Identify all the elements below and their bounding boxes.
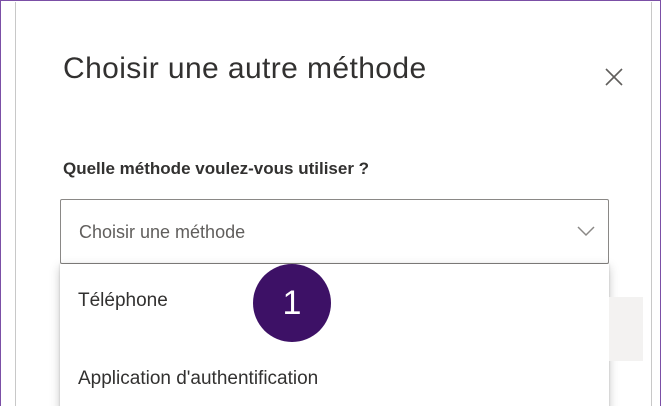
option-label: Application d'authentification — [78, 368, 319, 389]
method-field-label: Quelle méthode voulez-vous utiliser ? — [63, 159, 370, 178]
option-authenticator-app[interactable]: Application d'authentification — [60, 344, 609, 406]
method-select-placeholder: Choisir une méthode — [79, 222, 246, 242]
option-telephone[interactable]: Téléphone — [60, 264, 609, 334]
chevron-down-icon — [577, 226, 595, 237]
dialog-title: Choisir une autre méthode — [63, 52, 427, 85]
background-panel-edge — [609, 297, 643, 361]
close-button[interactable] — [601, 64, 627, 90]
close-icon — [605, 68, 623, 86]
method-dropdown-list: Téléphone Application d'authentification — [60, 264, 609, 406]
choose-method-dialog: Choisir une autre méthode Quelle méthode… — [15, 2, 652, 406]
screenshot-frame: Choisir une autre méthode Quelle méthode… — [0, 0, 661, 406]
step-number-marker: 1 — [253, 264, 331, 342]
method-select[interactable]: Choisir une méthode — [60, 199, 609, 264]
option-label: Téléphone — [78, 290, 168, 311]
